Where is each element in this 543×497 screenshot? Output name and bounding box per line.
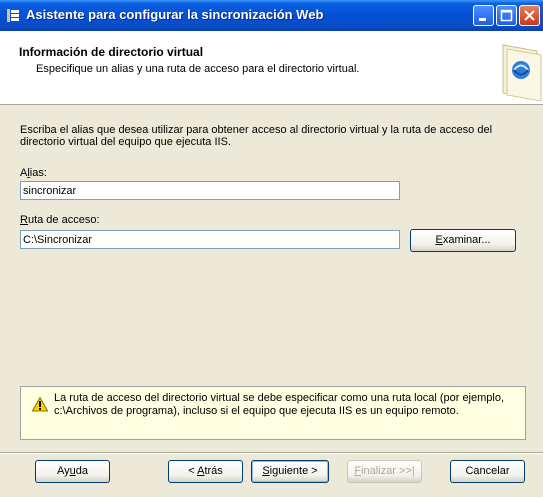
path-label: Ruta de acceso: — [20, 214, 100, 226]
wizard-window: Asistente para configurar la sincronizac… — [0, 0, 543, 497]
browse-button[interactable]: Examinar... — [410, 229, 516, 252]
path-input[interactable]: C:\Sincronizar — [20, 230, 400, 249]
header-book-icon — [497, 43, 543, 104]
page-subtitle: Especifique un alias y una ruta de acces… — [36, 63, 360, 75]
finish-button[interactable]: Finalizar >>| — [347, 460, 422, 483]
title-bar[interactable]: Asistente para configurar la sincronizac… — [0, 0, 543, 31]
minimize-icon — [479, 18, 486, 21]
close-button[interactable] — [519, 5, 540, 26]
next-button[interactable]: Siguiente > — [251, 460, 329, 483]
maximize-icon — [500, 9, 513, 22]
instructions-text: Escriba el alias que desea utilizar para… — [20, 124, 493, 148]
footer-separator — [0, 452, 543, 454]
wizard-app-icon — [6, 8, 20, 23]
warning-icon — [31, 396, 49, 415]
warning-box: La ruta de acceso del directorio virtual… — [20, 386, 526, 440]
wizard-header: Información de directorio virtual Especi… — [0, 31, 543, 105]
help-button[interactable]: Ayuda — [35, 460, 110, 483]
page-title: Información de directorio virtual — [19, 45, 204, 59]
minimize-button[interactable] — [473, 5, 494, 26]
cancel-button[interactable]: Cancelar — [450, 460, 525, 483]
alias-input[interactable]: sincronizar — [20, 181, 400, 200]
alias-label: Alias: — [20, 167, 47, 179]
maximize-button[interactable] — [496, 5, 517, 26]
back-button[interactable]: < Atrás — [168, 460, 243, 483]
close-icon — [524, 10, 535, 21]
window-title: Asistente para configurar la sincronizac… — [26, 7, 324, 22]
warning-text: La ruta de acceso del directorio virtual… — [54, 392, 505, 417]
